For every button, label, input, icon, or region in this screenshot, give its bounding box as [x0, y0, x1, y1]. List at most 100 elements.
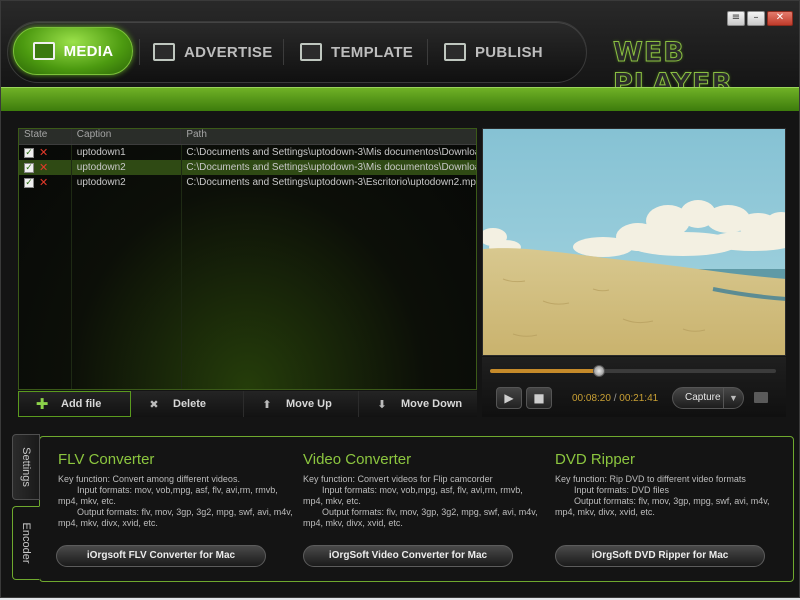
tab-template-label: TEMPLATE	[331, 43, 414, 61]
menu-icon[interactable]: ≡	[727, 11, 745, 26]
tab-advertise-label: ADVERTISE	[184, 43, 273, 61]
tab-encoder[interactable]: Encoder	[12, 506, 40, 580]
tab-media-label: MEDIA	[63, 42, 114, 60]
add-file-label: Add file	[61, 398, 102, 410]
column-state[interactable]: State	[19, 129, 71, 144]
row-path: C:\Documents and Settings\uptodown-3\Esc…	[186, 177, 476, 188]
film-icon	[32, 42, 55, 60]
add-file-button[interactable]: ✚ Add file	[18, 391, 131, 417]
seek-bar[interactable]	[490, 365, 776, 377]
file-row[interactable]: ✓ ✕ uptodown1 C:\Documents and Settings\u…	[19, 145, 476, 160]
row-state: ✓ ✕	[19, 145, 71, 160]
delete-label: Delete	[173, 398, 207, 410]
beach-scene-image	[483, 129, 785, 355]
row-path: C:\Documents and Settings\uptodown-3\Mis…	[186, 162, 476, 173]
product-key-function: Key function: Convert videos for Flip ca…	[303, 474, 493, 484]
column-divider	[71, 145, 72, 389]
product-key-function: Key function: Rip DVD to different video…	[555, 474, 746, 484]
tab-encoder-label: Encoder	[20, 522, 32, 564]
ad-monitor-icon	[153, 43, 175, 61]
row-caption: uptodown1	[76, 147, 126, 158]
product-title: FLV Converter	[58, 451, 155, 468]
dvd-ripper-mac-button[interactable]: iOrgSoft DVD Ripper for Mac	[555, 545, 765, 567]
chevron-down-icon[interactable]: ▼	[723, 388, 743, 408]
video-preview[interactable]	[482, 128, 786, 356]
product-output-formats: Output formats: flv, mov, 3gp, mpg, swf,…	[555, 496, 770, 517]
tab-publish[interactable]: PUBLISH	[444, 29, 543, 75]
file-row[interactable]: ✓ ✕ uptodown2 C:\Documents and Settings\u…	[19, 175, 476, 190]
tab-template[interactable]: TEMPLATE	[300, 29, 413, 75]
toolbar-strip	[1, 87, 799, 111]
product-title: Video Converter	[303, 451, 412, 468]
column-caption[interactable]: Caption	[70, 129, 181, 144]
time-display: 00:08:20 / 00:21:41	[572, 393, 658, 404]
tab-advertise[interactable]: ADVERTISE	[153, 29, 273, 75]
row-path: C:\Documents and Settings\uptodown-3\Mis…	[186, 147, 476, 158]
close-icon[interactable]: ✕	[767, 11, 793, 26]
tab-settings[interactable]: Settings	[12, 434, 40, 500]
move-down-button[interactable]: ⬇ Move Down	[359, 391, 477, 417]
header: MEDIA ADVERTISE TEMPLATE PUBLISH WEB PLA…	[1, 1, 799, 100]
tab-media[interactable]: MEDIA	[13, 27, 133, 75]
arrow-up-icon: ⬆	[262, 397, 272, 411]
window-controls: ≡ – ✕	[727, 11, 793, 26]
file-list-header: State Caption Path	[19, 129, 476, 145]
remove-x-icon[interactable]: ✕	[39, 160, 48, 175]
encoder-panel: FLV Converter Key function: Convert amon…	[12, 434, 794, 582]
file-row[interactable]: ✓ ✕ uptodown2 C:\Documents and Settings\u…	[19, 160, 476, 175]
template-icon	[300, 43, 322, 61]
play-button[interactable]: ▶	[496, 387, 522, 409]
product-flv-converter: FLV Converter Key function: Convert amon…	[58, 451, 293, 529]
player-controls: ▶ ■ 00:08:20 / 00:21:41 Capture ▼	[482, 357, 786, 417]
video-converter-mac-button[interactable]: iOrgSoft Video Converter for Mac	[303, 545, 513, 567]
seek-thumb[interactable]	[592, 365, 605, 377]
publish-icon	[444, 43, 466, 61]
stop-button[interactable]: ■	[526, 387, 552, 409]
tab-divider	[283, 39, 284, 65]
capture-button[interactable]: Capture ▼	[672, 387, 744, 409]
file-actions: ✚ Add file ✖ Delete ⬆ Move Up ⬇ Move Dow…	[18, 391, 477, 417]
column-divider	[181, 145, 182, 389]
encoder-content: FLV Converter Key function: Convert amon…	[39, 436, 794, 582]
delete-button[interactable]: ✖ Delete	[131, 391, 244, 417]
plus-icon: ✚	[35, 395, 49, 413]
checkbox-checked-icon[interactable]: ✓	[24, 162, 34, 173]
arrow-down-icon: ⬇	[377, 397, 387, 411]
checkbox-checked-icon[interactable]: ✓	[24, 147, 34, 158]
product-output-formats: Output formats: flv, mov, 3gp, 3g2, mpg,…	[303, 507, 538, 528]
total-time: 00:21:41	[619, 393, 659, 404]
product-video-converter: Video Converter Key function: Convert vi…	[303, 451, 538, 529]
product-input-formats: Input formats: DVD files	[574, 485, 670, 495]
move-down-label: Move Down	[401, 398, 463, 410]
tab-divider	[139, 39, 140, 65]
remove-x-icon[interactable]: ✕	[39, 175, 48, 190]
current-time: 00:08:20	[572, 393, 611, 404]
product-dvd-ripper: DVD Ripper Key function: Rip DVD to diff…	[555, 451, 780, 518]
remove-x-icon[interactable]: ✕	[39, 145, 48, 160]
flv-converter-mac-button[interactable]: iOrgsoft FLV Converter for Mac	[56, 545, 266, 567]
product-output-formats: Output formats: flv, mov, 3gp, 3g2, mpg,…	[58, 507, 293, 528]
row-state: ✓ ✕	[19, 160, 71, 175]
stop-icon: ■	[533, 391, 545, 405]
row-state: ✓ ✕	[19, 175, 71, 190]
column-path[interactable]: Path	[180, 129, 476, 144]
tab-divider	[427, 39, 428, 65]
product-key-function: Key function: Convert among different vi…	[58, 474, 240, 484]
file-list[interactable]: State Caption Path ✓ ✕ uptodown1 C:\Docum…	[18, 128, 477, 390]
folder-icon[interactable]	[754, 392, 768, 403]
capture-label: Capture	[685, 392, 721, 403]
play-icon: ▶	[504, 391, 514, 405]
row-caption: uptodown2	[76, 162, 126, 173]
tab-publish-label: PUBLISH	[475, 43, 543, 61]
product-input-formats: Input formats: mov, vob,mpg, asf, flv, a…	[58, 485, 278, 506]
seek-progress	[490, 369, 599, 373]
product-input-formats: Input formats: mov, vob,mpg, asf, flv, a…	[303, 485, 523, 506]
checkbox-checked-icon[interactable]: ✓	[24, 177, 34, 188]
delete-x-icon: ✖	[149, 397, 159, 411]
app-window: MEDIA ADVERTISE TEMPLATE PUBLISH WEB PLA…	[0, 0, 800, 598]
minimize-icon[interactable]: –	[747, 11, 765, 26]
row-caption: uptodown2	[76, 177, 126, 188]
move-up-label: Move Up	[286, 398, 332, 410]
move-up-button[interactable]: ⬆ Move Up	[244, 391, 359, 417]
product-title: DVD Ripper	[555, 451, 636, 468]
